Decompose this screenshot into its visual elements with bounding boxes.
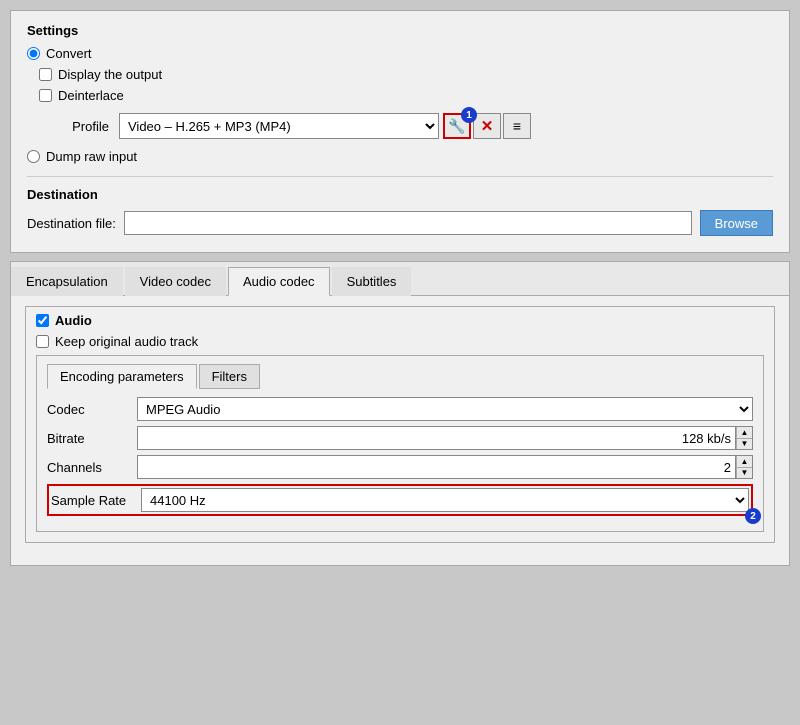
tabs-content: Audio Keep original audio track Encoding… xyxy=(11,296,789,565)
tabs-panel: Encapsulation Video codec Audio codec Su… xyxy=(10,261,790,566)
convert-radio-row: Convert xyxy=(27,46,773,61)
tab-video-codec[interactable]: Video codec xyxy=(125,267,226,296)
display-output-checkbox[interactable] xyxy=(39,68,52,81)
profile-delete-button[interactable]: ✕ xyxy=(473,113,501,139)
audio-label: Audio xyxy=(55,313,92,328)
badge-2: 2 xyxy=(745,508,761,524)
audio-checkbox[interactable] xyxy=(36,314,49,327)
bitrate-value: 128 kb/s xyxy=(137,426,735,450)
bitrate-spin-buttons: ▲ ▼ xyxy=(735,426,753,450)
profile-row: Profile Video – H.265 + MP3 (MP4) 🔧 1 ✕ … xyxy=(39,113,773,139)
bitrate-label: Bitrate xyxy=(47,431,137,446)
browse-button[interactable]: Browse xyxy=(700,210,773,236)
badge-1: 1 xyxy=(461,107,477,123)
audio-group-legend: Audio xyxy=(36,313,764,328)
bitrate-row: Bitrate 128 kb/s ▲ ▼ xyxy=(47,426,753,450)
destination-input[interactable] xyxy=(124,211,692,235)
keep-original-checkbox[interactable] xyxy=(36,335,49,348)
codec-label: Codec xyxy=(47,402,137,417)
tab-subtitles[interactable]: Subtitles xyxy=(332,267,412,296)
convert-radio[interactable] xyxy=(27,47,40,60)
deinterlace-label: Deinterlace xyxy=(58,88,124,103)
convert-label: Convert xyxy=(46,46,92,61)
destination-section: Destination Destination file: Browse xyxy=(27,176,773,236)
encoding-section: Encoding parameters Filters Codec MPEG A… xyxy=(36,355,764,532)
profile-buttons: 🔧 1 ✕ ≡ xyxy=(443,113,531,139)
dump-raw-label: Dump raw input xyxy=(46,149,137,164)
channels-up-button[interactable]: ▲ xyxy=(736,456,752,468)
dump-raw-row: Dump raw input xyxy=(27,149,773,164)
audio-group: Audio Keep original audio track Encoding… xyxy=(25,306,775,543)
deinterlace-checkbox[interactable] xyxy=(39,89,52,102)
channels-row: Channels 2 ▲ ▼ xyxy=(47,455,753,479)
sample-rate-select[interactable]: 44100 Hz xyxy=(141,488,749,512)
bitrate-up-button[interactable]: ▲ xyxy=(736,427,752,439)
channels-spinner: 2 ▲ ▼ xyxy=(137,455,753,479)
settings-panel: Settings Convert Display the output Dein… xyxy=(10,10,790,253)
display-output-label: Display the output xyxy=(58,67,162,82)
dest-file-label: Destination file: xyxy=(27,216,116,231)
codec-row: Codec MPEG Audio xyxy=(47,397,753,421)
channels-down-button[interactable]: ▼ xyxy=(736,468,752,479)
channels-spin-buttons: ▲ ▼ xyxy=(735,455,753,479)
sample-rate-row: Sample Rate 44100 Hz 2 xyxy=(47,484,753,516)
tab-audio-codec[interactable]: Audio codec xyxy=(228,267,330,296)
delete-icon: ✕ xyxy=(481,117,494,135)
profile-label: Profile xyxy=(39,119,109,134)
profile-edit-button[interactable]: 🔧 1 xyxy=(443,113,471,139)
display-output-row: Display the output xyxy=(39,67,773,82)
bitrate-down-button[interactable]: ▼ xyxy=(736,439,752,450)
enc-tab-filters[interactable]: Filters xyxy=(199,364,260,389)
destination-label: Destination xyxy=(27,187,773,202)
channels-label: Channels xyxy=(47,460,137,475)
deinterlace-row: Deinterlace xyxy=(39,88,773,103)
enc-tab-params[interactable]: Encoding parameters xyxy=(47,364,197,389)
sample-rate-label: Sample Rate xyxy=(51,493,141,508)
tab-encapsulation[interactable]: Encapsulation xyxy=(11,267,123,296)
keep-original-label: Keep original audio track xyxy=(55,334,198,349)
profile-select[interactable]: Video – H.265 + MP3 (MP4) xyxy=(119,113,439,139)
list-icon: ≡ xyxy=(513,118,521,134)
tabs-header: Encapsulation Video codec Audio codec Su… xyxy=(11,262,789,296)
settings-label: Settings xyxy=(27,23,773,38)
destination-row: Destination file: Browse xyxy=(27,210,773,236)
profile-list-button[interactable]: ≡ xyxy=(503,113,531,139)
codec-select[interactable]: MPEG Audio xyxy=(137,397,753,421)
encoding-tabs: Encoding parameters Filters xyxy=(47,364,753,389)
dump-raw-radio[interactable] xyxy=(27,150,40,163)
bitrate-spinner: 128 kb/s ▲ ▼ xyxy=(137,426,753,450)
channels-value: 2 xyxy=(137,455,735,479)
keep-original-row: Keep original audio track xyxy=(36,334,764,349)
